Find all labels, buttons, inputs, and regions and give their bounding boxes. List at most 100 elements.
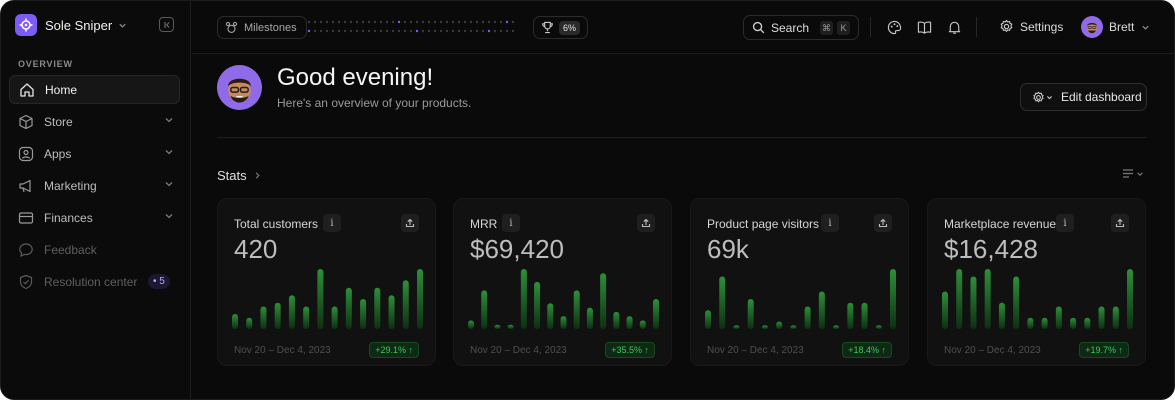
- chart-bar: [560, 316, 567, 329]
- progress-dot: [391, 29, 395, 33]
- progress-dot: [415, 20, 419, 24]
- progress-dot: [355, 29, 359, 33]
- progress-dot: [469, 20, 473, 24]
- book-icon[interactable]: [916, 19, 932, 35]
- stats-title: Stats: [217, 168, 247, 183]
- arrow-up-icon: ↑: [644, 345, 650, 355]
- chart-bar: [402, 280, 409, 329]
- progress-dot: [307, 20, 311, 24]
- chart-bar: [494, 324, 501, 329]
- bar-chart: [705, 269, 896, 329]
- home-icon: [18, 81, 36, 99]
- progress-dot: [463, 20, 467, 24]
- page-subtitle: Here's an overview of your products.: [277, 96, 472, 110]
- progress-dot: [433, 20, 437, 24]
- progress-dot: [361, 20, 365, 24]
- share-icon[interactable]: [401, 214, 419, 232]
- chart-bar: [847, 302, 854, 329]
- chart-bar: [345, 287, 352, 329]
- progress-dot: [427, 20, 431, 24]
- chart-bar: [331, 306, 338, 329]
- info-icon[interactable]: i: [502, 214, 520, 232]
- brand-logo-icon: [15, 14, 37, 36]
- topbar: Milestones 6% Search ⌘ K Settings Brett: [192, 1, 1174, 54]
- sidebar-item-apps[interactable]: Apps: [9, 139, 180, 168]
- share-icon[interactable]: [1111, 214, 1129, 232]
- progress-dot: [379, 29, 383, 33]
- chart-bar: [776, 321, 783, 329]
- sidebar-item-resolution-center[interactable]: Resolution center • 5: [9, 267, 180, 296]
- change-value: +19.7%: [1085, 345, 1116, 355]
- bell-icon[interactable]: [946, 19, 962, 35]
- sidebar-item-marketing[interactable]: Marketing: [9, 171, 180, 200]
- stat-card-value: 420: [234, 234, 278, 264]
- bar-chart: [468, 269, 659, 329]
- progress-dot: [445, 29, 449, 33]
- progress-dot: [409, 29, 413, 33]
- chevron-down-icon: [164, 179, 174, 189]
- progress-dot: [349, 29, 353, 33]
- stat-card-marketplace-revenue[interactable]: Marketplace revenue i $16,428 Nov 20 – D…: [927, 198, 1146, 366]
- chart-bar: [1127, 269, 1133, 329]
- progress-dot: [307, 29, 311, 33]
- view-options-button[interactable]: [1122, 168, 1144, 179]
- settings-button[interactable]: Settings: [993, 19, 1063, 34]
- card-icon: [17, 209, 35, 227]
- stat-card-mrr[interactable]: MRR i $69,420 Nov 20 – Dec 4, 2023 +35.5…: [453, 198, 672, 366]
- chevron-down-icon: [1141, 23, 1150, 32]
- progress-dot: [385, 20, 389, 24]
- sidebar-item-store[interactable]: Store: [9, 107, 180, 136]
- progress-dot: [451, 20, 455, 24]
- stat-card-title: Total customers: [234, 217, 319, 231]
- chart-bar: [956, 269, 963, 329]
- bar-chart: [942, 269, 1133, 329]
- chart-bar: [1041, 317, 1048, 329]
- app-window: Sole Sniper OVERVIEW Home Store Apps Mar…: [0, 0, 1175, 400]
- info-icon[interactable]: i: [1056, 214, 1074, 232]
- chart-bar: [317, 269, 324, 329]
- user-menu[interactable]: Brett: [1081, 16, 1150, 38]
- share-icon[interactable]: [874, 214, 892, 232]
- info-icon[interactable]: i: [323, 214, 341, 232]
- progress-dot: [325, 20, 329, 24]
- progress-dot: [493, 20, 497, 24]
- progress-dot: [343, 29, 347, 33]
- milestones-button[interactable]: Milestones: [217, 16, 307, 39]
- chart-bar: [818, 291, 825, 329]
- change-value: +29.1%: [375, 345, 406, 355]
- avatar: [217, 65, 262, 110]
- divider: [976, 17, 977, 37]
- chart-bar: [468, 320, 474, 329]
- sidebar-item-home[interactable]: Home: [9, 75, 180, 104]
- collapse-sidebar-icon[interactable]: [159, 17, 174, 32]
- info-icon[interactable]: i: [821, 214, 839, 232]
- brand-switcher[interactable]: Sole Sniper: [15, 13, 127, 37]
- date-range: Nov 20 – Dec 4, 2023: [707, 345, 804, 356]
- chart-bar: [890, 269, 896, 329]
- sidebar-item-feedback[interactable]: Feedback: [9, 235, 180, 264]
- main-content: Good evening! Here's an overview of your…: [192, 54, 1174, 399]
- stat-card-product-page-visitors[interactable]: Product page visitors i 69k Nov 20 – Dec…: [690, 198, 909, 366]
- chart-bar: [520, 269, 527, 329]
- shortcut-key-cmd: ⌘: [820, 21, 833, 35]
- progress-dot: [391, 20, 395, 24]
- palette-icon[interactable]: [886, 19, 902, 35]
- chart-bar: [653, 299, 659, 329]
- stats-link[interactable]: Stats: [217, 168, 262, 183]
- search-button[interactable]: Search ⌘ K: [743, 15, 859, 40]
- shield-icon: [17, 273, 35, 291]
- stat-card-total-customers[interactable]: Total customers i 420 Nov 20 – Dec 4, 20…: [217, 198, 436, 366]
- progress-dot: [403, 20, 407, 24]
- share-icon[interactable]: [637, 214, 655, 232]
- progress-percent: 6%: [559, 20, 581, 35]
- change-value: +35.5%: [611, 345, 642, 355]
- edit-dashboard-button[interactable]: Edit dashboard: [1020, 83, 1147, 111]
- progress-dot: [343, 20, 347, 24]
- progress-dot: [487, 29, 491, 33]
- milestone-progress[interactable]: 6%: [533, 16, 589, 39]
- chevron-down-icon: [164, 211, 174, 221]
- progress-dot: [475, 20, 479, 24]
- progress-dot: [499, 20, 503, 24]
- progress-dot: [319, 29, 323, 33]
- sidebar-item-finances[interactable]: Finances: [9, 203, 180, 232]
